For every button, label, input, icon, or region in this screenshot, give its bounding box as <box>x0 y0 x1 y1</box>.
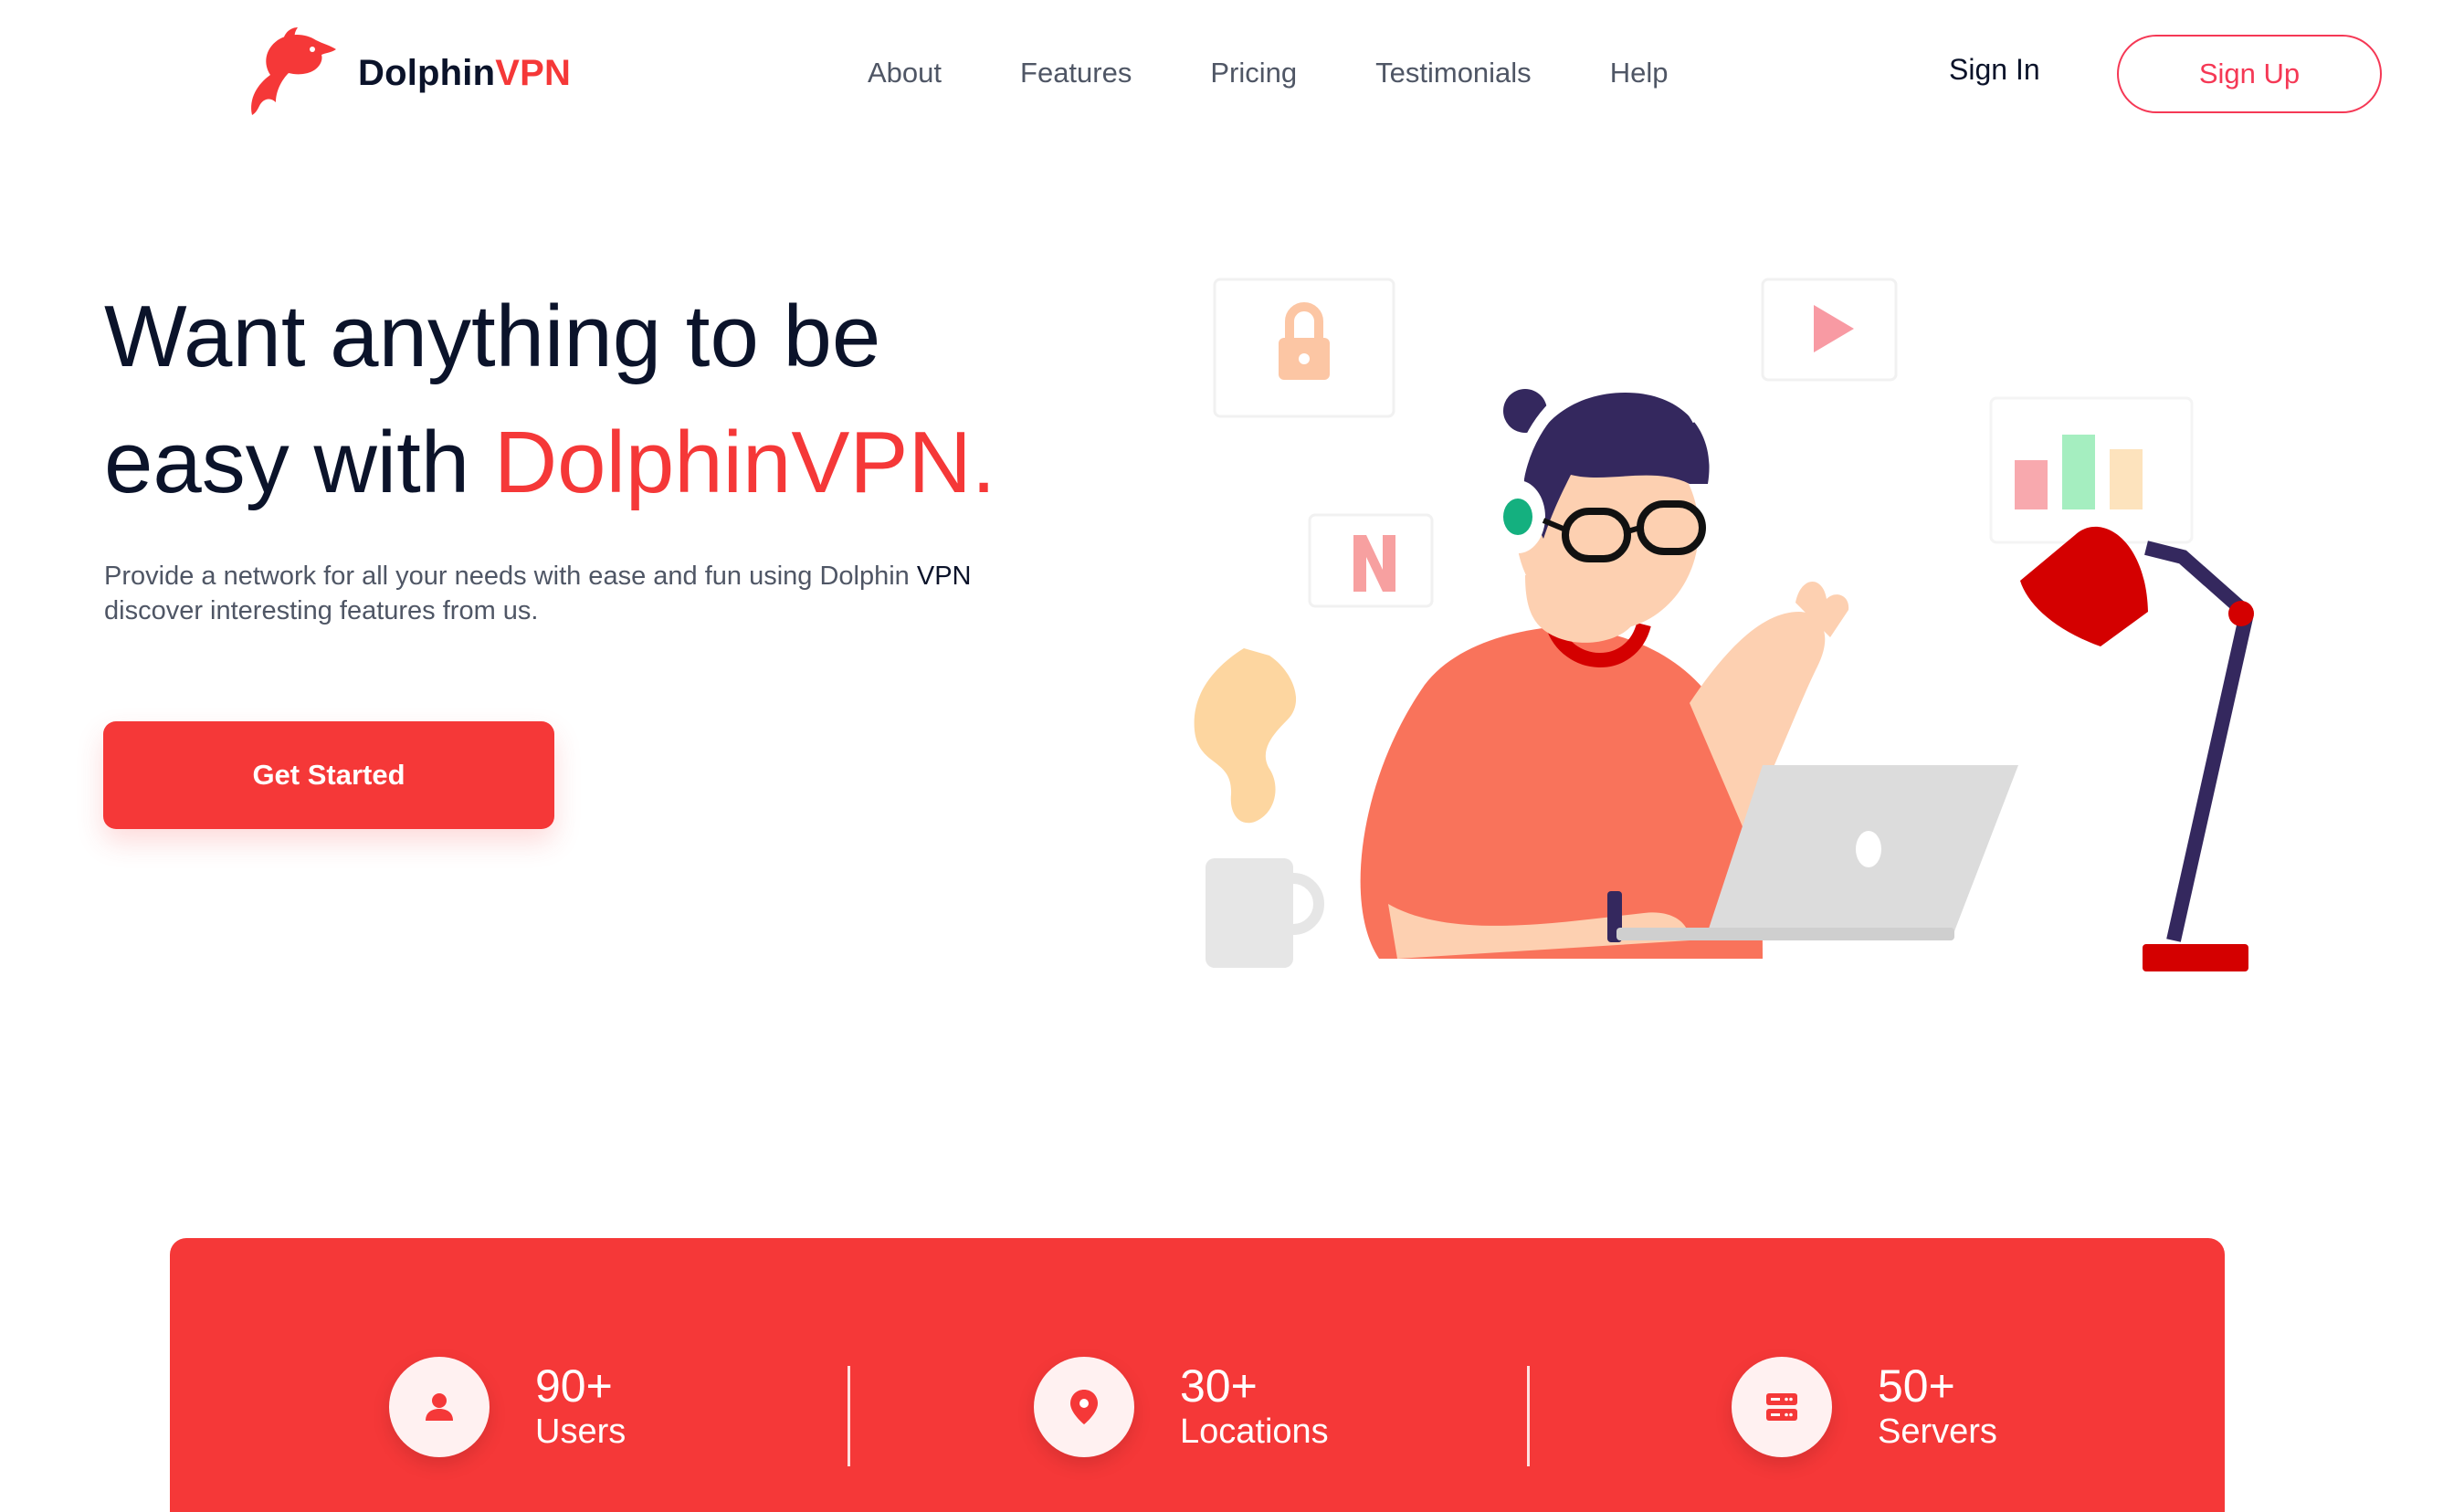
server-icon <box>1766 1393 1797 1421</box>
stat-users-icon-circle <box>389 1357 490 1457</box>
netflix-icon <box>1308 513 1434 608</box>
lock-icon <box>1213 278 1395 418</box>
hero-description: Provide a network for all your needs wit… <box>104 562 972 625</box>
nav-about[interactable]: About <box>868 57 942 89</box>
stat-locations-icon-circle <box>1034 1357 1134 1457</box>
brand-name: DolphinVPN <box>358 52 572 93</box>
nav-pricing[interactable]: Pricing <box>1210 57 1297 89</box>
bar-chart-icon <box>1989 396 2194 544</box>
stat-locations: 30+ Locations <box>1034 1357 1329 1457</box>
play-icon <box>1761 278 1898 382</box>
stat-servers-value: 50+ <box>1878 1360 1955 1412</box>
hero-title: Want anything to be easy with DolphinVPN… <box>104 288 996 511</box>
stat-servers-icon-circle <box>1732 1357 1832 1457</box>
nav-features[interactable]: Features <box>1020 57 1132 89</box>
stat-divider <box>1527 1366 1530 1466</box>
stats-band: 90+ Users 30+ Locations 50+ Servers <box>170 1238 2225 1512</box>
stat-servers-label: Servers <box>1878 1412 1997 1451</box>
dolphin-logo-icon <box>251 27 336 115</box>
user-icon <box>426 1393 453 1421</box>
stat-users-value: 90+ <box>535 1360 613 1412</box>
main-nav: About Features Pricing Testimonials Help <box>868 46 1668 100</box>
sign-in-link[interactable]: Sign In <box>1949 53 2040 87</box>
sign-up-button[interactable]: Sign Up <box>2117 35 2382 113</box>
get-started-button[interactable]: Get Started <box>103 721 554 829</box>
stat-divider <box>848 1366 850 1466</box>
stat-servers: 50+ Servers <box>1732 1357 1997 1457</box>
stat-locations-label: Locations <box>1180 1412 1329 1451</box>
hero-title-accent: DolphinVPN. <box>493 414 996 511</box>
stat-users: 90+ Users <box>389 1357 626 1457</box>
hero-illustration <box>1194 278 2254 971</box>
brand-logo[interactable]: DolphinVPN <box>239 27 586 119</box>
stat-locations-value: 30+ <box>1180 1360 1258 1412</box>
stat-users-label: Users <box>535 1412 627 1451</box>
location-pin-icon <box>1070 1390 1098 1424</box>
nav-testimonials[interactable]: Testimonials <box>1375 57 1532 89</box>
nav-help[interactable]: Help <box>1610 57 1669 89</box>
